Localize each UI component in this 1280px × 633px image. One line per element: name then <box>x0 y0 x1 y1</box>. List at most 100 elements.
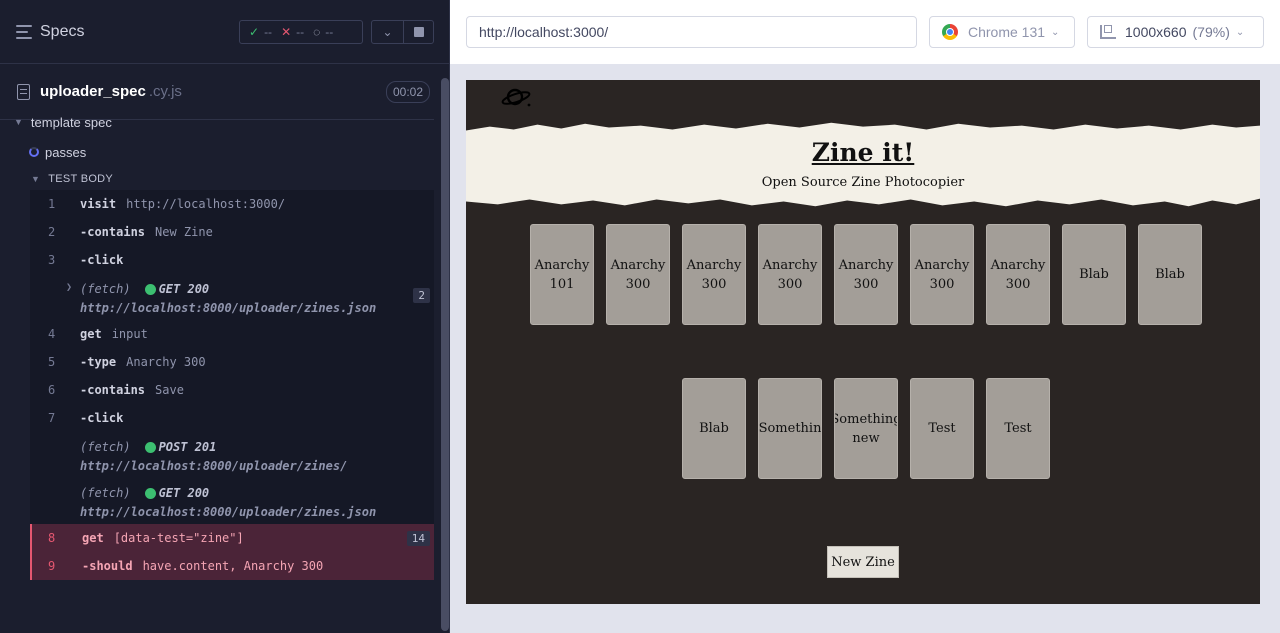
browser-selector[interactable]: Chrome 131 ⌄ <box>929 16 1075 48</box>
zine-grid: Anarchy 101 Anarchy 300 Anarchy 300 Anar… <box>526 224 1206 479</box>
zine-card[interactable]: Test <box>986 378 1050 479</box>
aut-header: Chrome 131 ⌄ 1000x660 (79%) ⌄ <box>450 0 1280 64</box>
pending-count: -- <box>325 25 334 39</box>
new-zine-button[interactable]: New Zine <box>827 546 899 578</box>
failed-command-row[interactable]: 9 -should have.content, Anarchy 300 <box>30 552 434 580</box>
command-name: get <box>80 327 102 341</box>
command-name: -click <box>80 253 124 267</box>
command-name: get <box>82 531 104 545</box>
zine-card[interactable]: Anarchy 300 <box>910 224 974 325</box>
command-row[interactable]: 7 -click <box>30 404 434 432</box>
command-log: 1 visit http://localhost:3000/ 2 -contains N… <box>30 190 434 580</box>
app-preview: Zine it! Open Source Zine Photocopier An… <box>466 80 1260 604</box>
fetch-url: http://localhost:8000/uploader/zines/ <box>80 459 348 473</box>
status-dot-icon <box>144 442 156 453</box>
command-name: -contains <box>80 383 146 397</box>
command-row[interactable]: 4 get input <box>30 320 434 348</box>
stop-button[interactable] <box>403 20 434 44</box>
command-name: -should <box>82 559 133 573</box>
fetch-url: http://localhost:8000/uploader/zines.jso… <box>80 301 377 315</box>
command-number: 2 <box>48 225 56 239</box>
planet-logo-icon[interactable] <box>500 85 532 109</box>
fetch-label: (fetch) <box>80 440 131 454</box>
fetch-status: GET 200 <box>158 486 210 500</box>
fetch-command-row[interactable]: ❯ (fetch) GET 200 http://localhost:8000/u… <box>30 274 434 320</box>
x-icon: ✕ <box>281 25 292 39</box>
chevron-right-icon[interactable]: ❯ <box>66 282 72 293</box>
fetch-url: http://localhost:8000/uploader/zines.jso… <box>80 505 377 519</box>
app-subtitle: Open Source Zine Photocopier <box>761 175 965 190</box>
collapse-button[interactable]: ⌄ <box>371 20 404 44</box>
suite-row[interactable]: ▼ template spec <box>0 112 434 132</box>
zine-card[interactable]: Blab <box>682 378 746 479</box>
chevron-down-icon: ⌄ <box>1051 26 1060 38</box>
command-name: -contains <box>80 225 146 239</box>
failed-command-row[interactable]: 8 get [data-test="zine"] 14 <box>30 524 434 552</box>
viewport-scale: (79%) <box>1192 24 1230 40</box>
command-number: 1 <box>48 197 56 211</box>
zine-card[interactable]: Somethin <box>758 378 822 479</box>
suite-title: template spec <box>30 114 112 130</box>
zine-card[interactable]: Anarchy 300 <box>986 224 1050 325</box>
zine-card[interactable]: Blab <box>1138 224 1202 325</box>
command-name: -click <box>80 411 124 425</box>
chevron-down-icon: ⌄ <box>1235 26 1245 38</box>
viewport-selector[interactable]: 1000x660 (79%) ⌄ <box>1087 16 1264 48</box>
failed-stat: ✕ -- <box>281 25 304 39</box>
spec-duration: 00:02 <box>386 81 431 103</box>
command-number: 8 <box>48 531 56 545</box>
fetch-status: GET 200 <box>158 282 210 296</box>
document-icon <box>17 83 30 100</box>
command-number: 5 <box>48 355 56 369</box>
specs-title[interactable]: Specs <box>40 23 84 41</box>
zine-card[interactable]: Something new <box>834 378 898 479</box>
zine-card[interactable]: Test <box>910 378 974 479</box>
command-row[interactable]: 1 visit http://localhost:3000/ <box>30 190 434 218</box>
command-arg: Save <box>155 383 184 397</box>
command-row[interactable]: 2 -contains New Zine <box>30 218 434 246</box>
fetch-command-row[interactable]: (fetch) POST 201 http://localhost:8000/up… <box>30 432 434 478</box>
command-row[interactable]: 5 -type Anarchy 300 <box>30 348 434 376</box>
fetch-command-row[interactable]: (fetch) GET 200 http://localhost:8000/upl… <box>30 478 434 524</box>
chrome-icon <box>942 24 958 40</box>
test-reporter-panel: Specs ✓ -- ✕ -- ◌ -- ⌄ uploader_spec .cy.js… <box>0 0 450 633</box>
command-row[interactable]: 6 -contains Save <box>30 376 434 404</box>
failed-count: -- <box>296 25 305 39</box>
zine-card[interactable]: Anarchy 300 <box>682 224 746 325</box>
fetch-label: (fetch) <box>80 486 131 500</box>
passed-count: -- <box>264 25 273 39</box>
zine-card[interactable]: Anarchy 300 <box>606 224 670 325</box>
command-number: 9 <box>48 559 56 573</box>
command-count-badge: 2 <box>413 288 430 303</box>
chevron-down-icon: ⌄ <box>382 25 393 39</box>
test-tree: ▼ template spec passes ▼ TEST BODY <box>0 112 434 190</box>
stop-icon <box>413 27 424 37</box>
command-arg: Anarchy 300 <box>126 355 206 369</box>
chevron-down-icon: ▼ <box>31 174 41 184</box>
zine-card[interactable]: Anarchy 101 <box>530 224 594 325</box>
command-number: 3 <box>48 253 56 267</box>
browser-name: Chrome 131 <box>968 24 1046 40</box>
chevron-down-icon: ▼ <box>14 117 23 127</box>
reporter-scrollbar[interactable] <box>441 78 449 631</box>
test-title: passes <box>45 144 87 160</box>
command-name: -type <box>80 355 117 369</box>
command-number: 7 <box>48 411 56 425</box>
command-row[interactable]: 3 -click <box>30 246 434 274</box>
test-row[interactable]: passes <box>0 140 434 164</box>
check-icon: ✓ <box>249 25 260 39</box>
specs-list-icon[interactable] <box>16 24 32 39</box>
test-body-row[interactable]: ▼ TEST BODY <box>0 168 434 190</box>
zine-card[interactable]: Blab <box>1062 224 1126 325</box>
passed-stat: ✓ -- <box>249 25 272 39</box>
command-name: visit <box>80 197 117 211</box>
command-count-badge: 14 <box>406 530 430 546</box>
zine-card[interactable]: Anarchy 300 <box>834 224 898 325</box>
command-arg: input <box>111 327 148 341</box>
command-arg: http://localhost:3000/ <box>126 197 286 211</box>
command-arg: have.content, Anarchy 300 <box>142 559 324 573</box>
url-field[interactable] <box>466 16 917 48</box>
pending-stat: ◌ -- <box>313 25 333 39</box>
zine-card[interactable]: Anarchy 300 <box>758 224 822 325</box>
fetch-label: (fetch) <box>80 282 131 296</box>
